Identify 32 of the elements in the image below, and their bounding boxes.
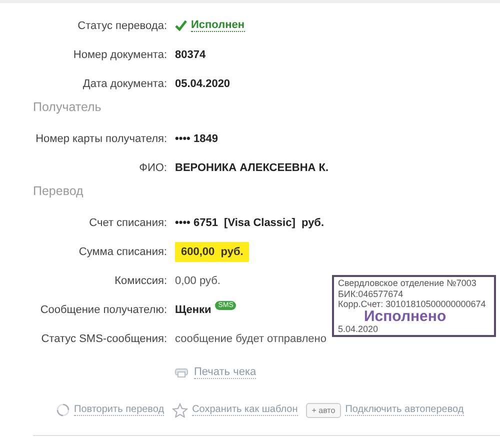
field-label: Сумма списания: — [78, 246, 167, 258]
field-label: Статус перевода: — [78, 20, 167, 32]
auto-button[interactable]: + авто — [306, 402, 342, 418]
amount-value: 600,00 руб. — [175, 242, 250, 262]
print-receipt-link[interactable]: Печать чека — [194, 366, 256, 378]
field-value: •••• 6751 [Visa Classic] руб. — [175, 216, 324, 228]
stamp-status: Исполнено — [364, 308, 446, 324]
field-label: Номер документа: — [73, 48, 167, 60]
field-label: Номер карты получателя: — [36, 132, 167, 144]
section-title: Перевод — [33, 184, 84, 198]
field-label: Сообщение получателю: — [40, 304, 167, 316]
field-value: ВЕРОНИКА АЛЕКСЕЕВНА К. — [175, 162, 329, 174]
action-link[interactable]: Сохранить как шаблон — [192, 404, 298, 416]
field-label: ФИО: — [139, 162, 167, 174]
field-value: сообщение будет отправлено — [175, 332, 326, 344]
stamp-text: Корр.Счет: 30101810500000000674 — [338, 299, 486, 309]
stamp-text: Свердловское отделение №7003 — [338, 278, 476, 288]
action-link[interactable]: Подключить автоперевод — [345, 404, 464, 416]
field-value: 05.04.2020 — [175, 78, 230, 90]
stamp-text: БИК:046577674 — [338, 288, 404, 298]
field-label: Статус SMS-сообщения: — [41, 332, 167, 344]
section-title: Получатель — [33, 100, 102, 114]
stamp-date: 5.04.2020 — [338, 324, 378, 334]
field-label: Комиссия: — [114, 274, 167, 286]
field-value: •••• 1849 — [175, 132, 218, 144]
field-label: Дата документа: — [82, 78, 167, 90]
status-value: Исполнен — [191, 19, 245, 32]
message-value: Щенки — [175, 304, 212, 316]
field-value: 80374 — [175, 48, 206, 60]
field-value: 0,00 руб. — [175, 274, 220, 286]
action-link[interactable]: Повторить перевод — [74, 404, 164, 416]
field-label: Счет списания: — [89, 216, 167, 228]
